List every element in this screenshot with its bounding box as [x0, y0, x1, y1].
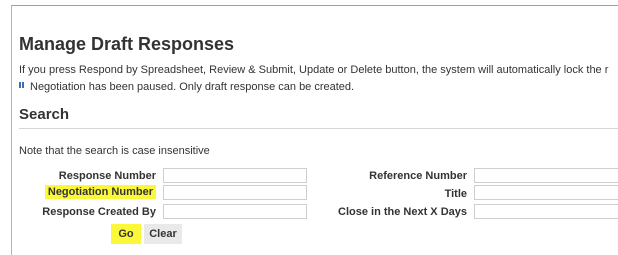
response-created-by-input[interactable]: [163, 204, 307, 219]
pause-message: Negotiation has been paused. Only draft …: [30, 81, 355, 93]
pause-icon: [19, 82, 24, 88]
close-days-input[interactable]: [474, 204, 618, 219]
reference-number-label: Reference Number: [369, 170, 467, 182]
reference-number-input[interactable]: [474, 168, 618, 183]
negotiation-number-label: Negotiation Number: [44, 185, 156, 199]
title-label: Title: [444, 188, 467, 200]
close-days-label: Close in the Next X Days: [338, 206, 467, 218]
response-created-by-label: Response Created By: [42, 206, 156, 218]
search-note: Note that the search is case insensitive: [19, 145, 210, 157]
info-message: If you press Respond by Spreadsheet, Rev…: [19, 64, 609, 76]
section-divider: [19, 128, 618, 129]
pause-notice: Negotiation has been paused. Only draft …: [19, 81, 354, 93]
frame-left-border: [11, 5, 12, 255]
go-button[interactable]: Go: [111, 224, 141, 244]
page-title: Manage Draft Responses: [19, 34, 235, 54]
clear-button[interactable]: Clear: [144, 224, 182, 244]
response-number-label: Response Number: [58, 170, 156, 182]
negotiation-number-input[interactable]: [163, 185, 307, 200]
title-input[interactable]: [474, 185, 618, 200]
frame-top-border: [11, 5, 618, 6]
search-section-title: Search: [19, 106, 70, 123]
response-number-input[interactable]: [163, 168, 307, 183]
